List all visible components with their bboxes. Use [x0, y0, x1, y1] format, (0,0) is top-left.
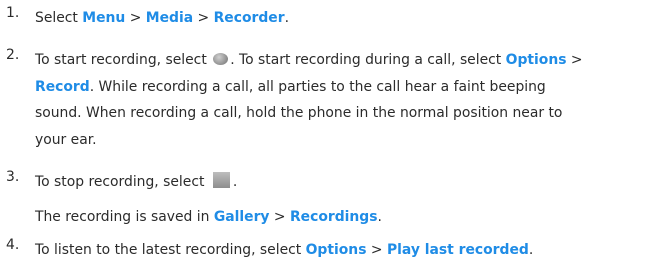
options-link: Options — [505, 52, 567, 68]
step-number: 4. — [6, 237, 20, 253]
step-number: 3. — [6, 169, 20, 185]
separator: > — [125, 10, 146, 26]
separator: > — [366, 242, 387, 258]
step-text: Select — [35, 10, 83, 26]
step-number: 2. — [6, 47, 20, 63]
step-text: sound. When recording a call, hold the p… — [35, 105, 563, 122]
step-text: your ear. — [35, 131, 97, 148]
step-text: To stop recording, select — [35, 174, 209, 190]
step-text: To start recording, select — [35, 52, 212, 68]
separator: > — [269, 208, 290, 225]
step-text-end: . — [528, 242, 534, 258]
separator: > — [193, 10, 214, 26]
step-text-end: . — [284, 10, 289, 26]
recorder-link: Recorder — [213, 10, 285, 26]
step-text-end: . — [232, 174, 238, 190]
gallery-link: Gallery — [213, 208, 270, 225]
step-text: . While recording a call, all parties to… — [89, 78, 546, 95]
step-text-end: . — [377, 208, 382, 225]
record-link: Record — [35, 78, 90, 95]
step-number: 1. — [6, 5, 20, 21]
record-button-icon — [213, 53, 229, 65]
recordings-link: Recordings — [289, 208, 378, 225]
step-text: The recording is saved in — [35, 208, 214, 225]
step-text: . To start recording during a call, sele… — [230, 52, 506, 68]
play-last-recorded-link: Play last recorded — [386, 242, 529, 258]
separator: > — [566, 52, 583, 68]
stop-button-icon — [212, 172, 230, 188]
media-link: Media — [145, 10, 194, 26]
step-text: To listen to the latest recording, selec… — [35, 242, 306, 258]
menu-link: Menu — [82, 10, 126, 26]
options-link: Options — [305, 242, 367, 258]
